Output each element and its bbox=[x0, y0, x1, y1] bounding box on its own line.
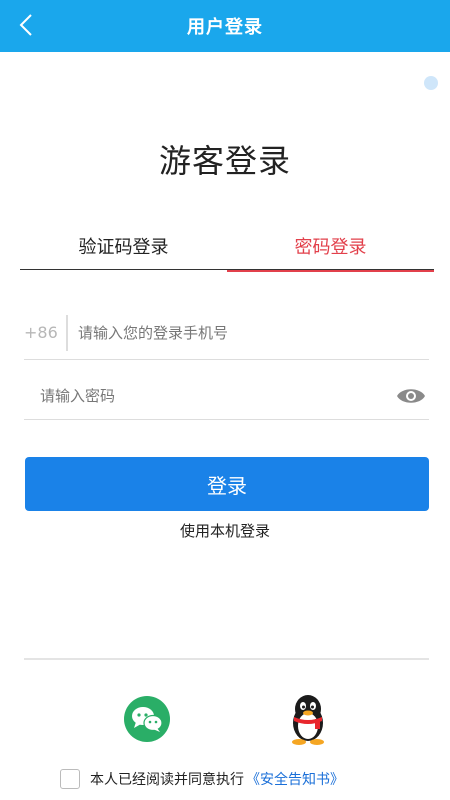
toggle-password-visibility-button[interactable] bbox=[395, 380, 427, 412]
agreement-text: 本人已经阅读并同意执行 bbox=[90, 772, 244, 788]
wechat-login-button[interactable] bbox=[124, 696, 170, 742]
use-local-number-login-link[interactable]: 使用本机登录 bbox=[0, 520, 450, 541]
eye-icon bbox=[397, 388, 425, 403]
phone-field-row: +86 bbox=[24, 306, 429, 360]
agreement-checkbox[interactable] bbox=[60, 769, 80, 789]
phone-input[interactable] bbox=[78, 323, 429, 342]
password-field-row bbox=[24, 372, 429, 420]
wechat-icon bbox=[132, 707, 163, 732]
tab-password[interactable]: 密码登录 bbox=[227, 228, 434, 272]
safety-notice-link[interactable]: 《安全告知书》 bbox=[246, 769, 344, 789]
qq-login-button[interactable] bbox=[282, 692, 334, 746]
qq-penguin-icon bbox=[292, 695, 324, 745]
page-header-title: 用户登录 bbox=[187, 17, 263, 38]
country-code-divider bbox=[66, 314, 68, 351]
tab-verification-code[interactable]: 验证码登录 bbox=[20, 228, 227, 268]
back-button[interactable] bbox=[14, 10, 38, 40]
chevron-left-icon bbox=[19, 14, 32, 36]
top-bar: 用户登录 bbox=[0, 0, 450, 52]
tabs-divider bbox=[20, 269, 434, 270]
social-divider bbox=[24, 658, 429, 660]
country-code[interactable]: +86 bbox=[24, 323, 64, 342]
login-tabs: 验证码登录 密码登录 bbox=[20, 228, 434, 272]
agreement-row: 本人已经阅读并同意执行 《安全告知书》 bbox=[60, 766, 420, 792]
password-input[interactable] bbox=[24, 386, 395, 405]
page-title: 游客登录 bbox=[158, 142, 291, 180]
decorative-dot bbox=[424, 76, 438, 90]
login-button[interactable]: 登录 bbox=[25, 457, 429, 511]
